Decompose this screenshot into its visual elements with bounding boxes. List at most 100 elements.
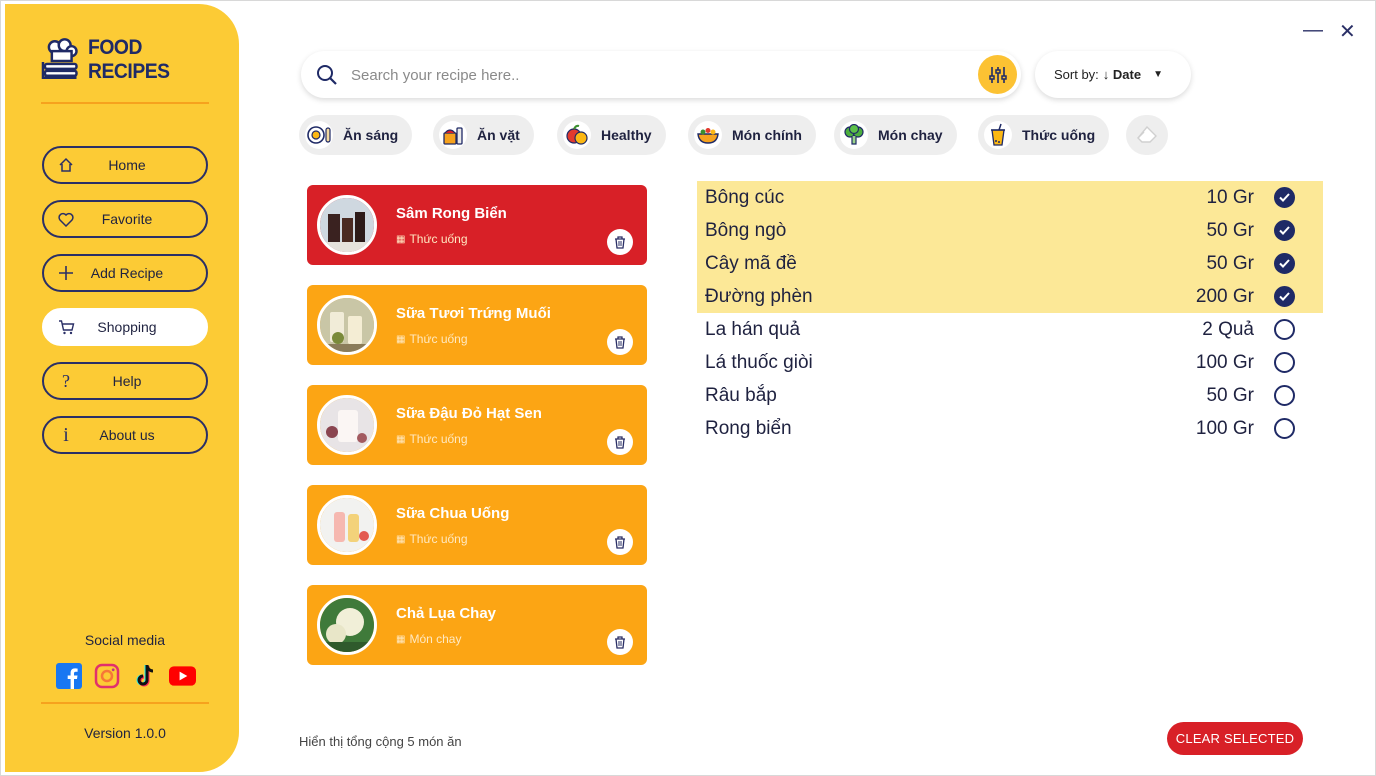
question-icon: ?: [62, 370, 70, 391]
ingredient-name: La hán quả: [705, 318, 801, 340]
grid-icon: ▦: [396, 233, 406, 245]
delete-button[interactable]: [607, 329, 633, 355]
category-thuc-uong[interactable]: Thức uống: [978, 115, 1110, 155]
recipe-card[interactable]: Sữa Tươi Trứng Muối ▦ Thức uống: [307, 285, 647, 365]
recipe-category: ▦ Thức uống: [396, 532, 468, 546]
ingredient-name: Râu bắp: [705, 384, 777, 406]
sidebar-item-shopping[interactable]: Shopping: [42, 308, 208, 346]
category-an-vat[interactable]: Ăn vặt: [433, 115, 534, 155]
grid-icon: ▦: [396, 333, 406, 345]
ingredient-row[interactable]: Cây mã đề 50 Gr: [697, 247, 1323, 280]
instagram-icon[interactable]: [93, 662, 120, 689]
check-icon[interactable]: [1274, 286, 1295, 307]
recipe-category: ▦ Thức uống: [396, 232, 468, 246]
ingredient-name: Lá thuốc giòi: [705, 351, 813, 373]
ingredient-row[interactable]: Bông ngò 50 Gr: [697, 214, 1323, 247]
recipe-thumbnail: [317, 195, 377, 255]
grid-icon: ▦: [396, 433, 406, 445]
search-bar: [301, 51, 1021, 98]
drink-icon: [984, 121, 1012, 149]
recipe-title: Sữa Đậu Đỏ Hạt Sen: [396, 405, 542, 422]
sidebar-item-add-recipe[interactable]: Add Recipe: [42, 254, 208, 292]
category-mon-chay[interactable]: Món chay: [834, 115, 957, 155]
trash-icon: [615, 635, 625, 649]
recipe-category: ▦ Thức uống: [396, 432, 468, 446]
youtube-icon[interactable]: [169, 662, 196, 689]
delete-button[interactable]: [607, 529, 633, 555]
recipe-card[interactable]: Sâm Rong Biển ▦ Thức uống: [307, 185, 647, 265]
category-healthy[interactable]: Healthy: [557, 115, 666, 155]
recipe-category-label: Thức uống: [409, 332, 468, 346]
category-label: Món chay: [878, 127, 943, 143]
recipe-thumbnail: [317, 395, 377, 455]
close-button[interactable]: ✕: [1339, 19, 1356, 44]
recipe-category: ▦ Thức uống: [396, 332, 468, 346]
info-icon: i: [63, 423, 69, 446]
ingredient-qty: 100 Gr: [1195, 351, 1254, 373]
ingredient-name: Đường phèn: [705, 285, 813, 307]
heart-icon: [57, 210, 75, 228]
ingredient-name: Cây mã đề: [705, 252, 797, 274]
delete-button[interactable]: [607, 429, 633, 455]
ingredient-qty: 2 Quả: [1202, 318, 1254, 340]
category-mon-chinh[interactable]: Món chính: [688, 115, 816, 155]
check-icon[interactable]: [1274, 253, 1295, 274]
recipe-category: ▦ Món chay: [396, 632, 461, 646]
sidebar-item-about[interactable]: i About us: [42, 416, 208, 454]
eraser-icon: [1137, 126, 1157, 143]
ingredient-row[interactable]: La hán quả 2 Quả: [697, 313, 1323, 346]
category-label: Thức uống: [1022, 127, 1096, 143]
ingredient-qty: 10 Gr: [1206, 186, 1254, 208]
trash-icon: [615, 335, 625, 349]
minimize-button[interactable]: —: [1303, 19, 1323, 42]
search-input[interactable]: [351, 63, 951, 87]
sort-dropdown[interactable]: Sort by: ↓ Date ▼: [1035, 51, 1191, 98]
total-count: Hiển thị tổng cộng 5 món ăn: [299, 734, 462, 749]
caret-down-icon: ▼: [1153, 69, 1163, 80]
recipe-card[interactable]: Sữa Chua Uống ▦ Thức uống: [307, 485, 647, 565]
unchecked-circle-icon[interactable]: [1274, 418, 1295, 439]
fruit-icon: [563, 121, 591, 149]
sidebar-item-help[interactable]: ? Help: [42, 362, 208, 400]
recipe-title: Chả Lụa Chay: [396, 605, 497, 622]
check-icon[interactable]: [1274, 187, 1295, 208]
recipe-thumbnail: [317, 595, 377, 655]
trash-icon: [615, 235, 625, 249]
category-label: Món chính: [732, 127, 802, 143]
tiktok-icon[interactable]: [131, 662, 158, 689]
app-window: FOOD RECIPES Home Favorite Add Recipe Sh…: [0, 0, 1376, 776]
breakfast-icon: [305, 121, 333, 149]
home-icon: [57, 156, 75, 174]
unchecked-circle-icon[interactable]: [1274, 319, 1295, 340]
ingredient-qty: 50 Gr: [1206, 252, 1254, 274]
category-an-sang[interactable]: Ăn sáng: [299, 115, 413, 155]
ingredient-row[interactable]: Rong biển 100 Gr: [697, 412, 1323, 445]
sidebar-item-favorite[interactable]: Favorite: [42, 200, 208, 238]
category-label: Ăn vặt: [477, 127, 520, 143]
unchecked-circle-icon[interactable]: [1274, 385, 1295, 406]
check-icon[interactable]: [1274, 220, 1295, 241]
recipe-card[interactable]: Chả Lụa Chay ▦ Món chay: [307, 585, 647, 665]
facebook-icon[interactable]: [55, 662, 82, 689]
ingredient-row[interactable]: Đường phèn 200 Gr: [697, 280, 1323, 313]
app-name: FOOD RECIPES: [88, 36, 171, 83]
clear-selected-button[interactable]: CLEAR SELECTED: [1167, 722, 1303, 755]
ingredient-qty: 50 Gr: [1206, 384, 1254, 406]
grid-icon: ▦: [396, 633, 406, 645]
ingredient-row[interactable]: Lá thuốc giòi 100 Gr: [697, 346, 1323, 379]
unchecked-circle-icon[interactable]: [1274, 352, 1295, 373]
clear-filter-button[interactable]: [1126, 115, 1168, 155]
ingredient-row[interactable]: Râu bắp 50 Gr: [697, 379, 1323, 412]
sidebar-item-home[interactable]: Home: [42, 146, 208, 184]
ingredient-qty: 200 Gr: [1195, 285, 1254, 307]
recipe-category-label: Thức uống: [409, 532, 468, 546]
ingredient-qty: 100 Gr: [1195, 417, 1254, 439]
trash-icon: [615, 535, 625, 549]
sort-label: Sort by:: [1054, 67, 1099, 82]
recipe-category-label: Thức uống: [409, 232, 468, 246]
recipe-card[interactable]: Sữa Đậu Đỏ Hạt Sen ▦ Thức uống: [307, 385, 647, 465]
delete-button[interactable]: [607, 229, 633, 255]
ingredient-row[interactable]: Bông cúc 10 Gr: [697, 181, 1323, 214]
filter-button[interactable]: [978, 55, 1017, 94]
delete-button[interactable]: [607, 629, 633, 655]
